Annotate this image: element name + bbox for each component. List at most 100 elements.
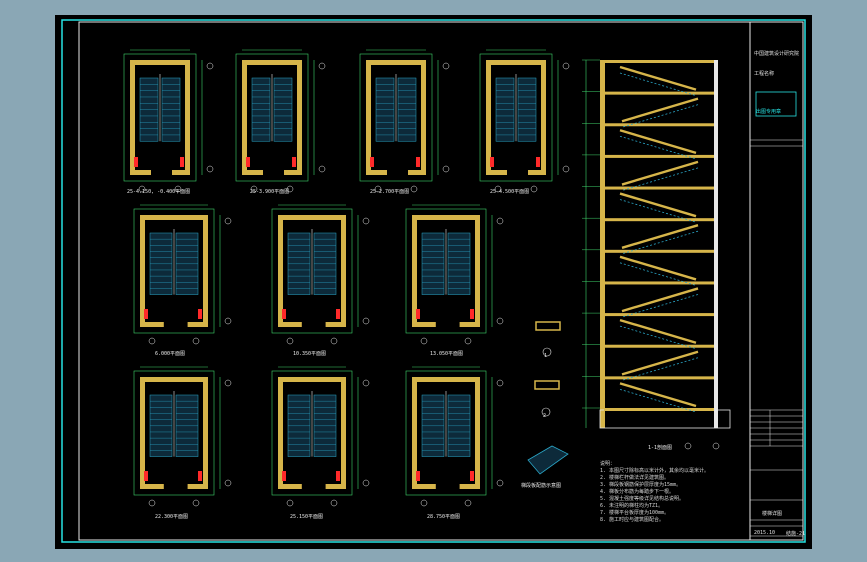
wall	[187, 484, 208, 489]
wall	[140, 322, 164, 327]
plan-title-4: 25-4.500平面图	[490, 189, 530, 195]
floor-slab	[604, 186, 714, 190]
wall	[140, 377, 208, 382]
wall	[412, 484, 436, 489]
wall	[140, 484, 164, 489]
wall	[475, 215, 480, 327]
column	[198, 309, 202, 319]
floor-slab	[604, 218, 714, 222]
note-item: 6. 未注明的梯柱均为TZ1。	[600, 503, 664, 509]
plan-title-2: 25-3.900平面图	[250, 189, 290, 195]
plan-title-9: 25.150平面图	[290, 514, 324, 520]
column	[180, 157, 184, 167]
wall	[187, 322, 208, 327]
wall	[486, 170, 507, 175]
plan-title-10: 28.750平面图	[427, 514, 461, 520]
wall	[366, 170, 387, 175]
note-item: 5. 混凝土强度等级详见结构总说明。	[600, 496, 685, 502]
column	[336, 471, 340, 481]
title-block-stamp: 出图专用章	[756, 109, 782, 115]
column	[536, 157, 540, 167]
title-block-company: 中国建筑设计研究院	[754, 51, 800, 57]
wall	[341, 377, 346, 489]
title-block-drawing-title: 楼梯详图	[762, 511, 783, 517]
wall	[412, 322, 436, 327]
detail-label-2: 2	[543, 413, 547, 419]
cad-drawing-canvas[interactable]	[0, 0, 867, 562]
column	[470, 471, 474, 481]
detail-label-1: 1	[544, 353, 548, 359]
wall	[408, 170, 426, 175]
column	[416, 471, 420, 481]
wall	[203, 215, 208, 327]
floor-slab	[604, 376, 714, 380]
wall	[421, 60, 426, 175]
wall	[278, 377, 346, 382]
wall	[242, 170, 263, 175]
column	[416, 309, 420, 319]
column	[282, 309, 286, 319]
floor-slab	[604, 313, 714, 317]
column	[282, 471, 286, 481]
section-wall	[714, 60, 718, 428]
column	[490, 157, 494, 167]
floor-slab	[604, 344, 714, 348]
detail-section-1	[535, 321, 561, 331]
title-block-date: 2015.10	[754, 530, 776, 536]
column	[416, 157, 420, 167]
column	[292, 157, 296, 167]
section-title: 1-1剖面图	[648, 445, 673, 451]
general-notes: 说明： 1. 本图尺寸除标高以米计外，其余均以毫米计。 2. 楼梯栏杆做法详见建…	[600, 461, 709, 524]
floor-slab	[604, 408, 714, 411]
wall	[297, 60, 302, 175]
wall	[459, 322, 480, 327]
title-block-project-label: 工程名称	[754, 71, 775, 77]
note-item: 3. 梯段板钢筋保护层厚度为15mm。	[600, 482, 682, 488]
wall	[475, 377, 480, 489]
wall	[130, 170, 151, 175]
detail-label-3: 梯段板配筋示意图	[521, 483, 562, 489]
wall	[172, 170, 190, 175]
column	[144, 471, 148, 481]
wall	[242, 60, 302, 65]
floor-slab	[604, 249, 714, 253]
wall	[140, 215, 208, 220]
plan-title-7: 13.050平面图	[430, 351, 464, 357]
wall	[278, 322, 302, 327]
floor-slab	[604, 281, 714, 285]
app-window: 25-4.150, -0.400平面图 25-3.900平面图 25-2.700…	[0, 0, 867, 562]
plan-title-3: 25-2.700平面图	[370, 189, 410, 195]
floor-slab	[604, 60, 714, 63]
title-block-drawing-no: 结施-21	[786, 531, 806, 537]
detail-section-2	[534, 380, 560, 390]
wall	[366, 60, 426, 65]
plan-title-6: 10.350平面图	[293, 351, 327, 357]
plan-title-1: 25-4.150, -0.400平面图	[127, 189, 191, 195]
column	[246, 157, 250, 167]
wall	[203, 377, 208, 489]
notes-heading: 说明：	[600, 461, 616, 467]
note-item: 8. 施工时应与建筑图配合。	[600, 517, 665, 523]
wall	[130, 60, 190, 65]
wall	[541, 60, 546, 175]
plan-title-8: 22.300平面图	[155, 514, 189, 520]
column	[336, 309, 340, 319]
section-wall	[600, 60, 605, 428]
plan-title-5: 6.000平面图	[155, 351, 186, 357]
wall	[325, 322, 346, 327]
wall	[341, 215, 346, 327]
column	[198, 471, 202, 481]
wall	[325, 484, 346, 489]
note-item: 2. 楼梯栏杆做法详见建筑图。	[600, 475, 670, 481]
floor-slab	[604, 123, 714, 127]
wall	[486, 60, 546, 65]
column	[470, 309, 474, 319]
wall	[528, 170, 546, 175]
note-item: 1. 本图尺寸除标高以米计外，其余均以毫米计。	[600, 468, 710, 474]
floor-slab	[604, 154, 714, 158]
wall	[412, 377, 480, 382]
column	[370, 157, 374, 167]
note-item: 4. 梯板分布筋为每踏步下一根。	[600, 489, 675, 495]
wall	[278, 215, 346, 220]
wall	[278, 484, 302, 489]
